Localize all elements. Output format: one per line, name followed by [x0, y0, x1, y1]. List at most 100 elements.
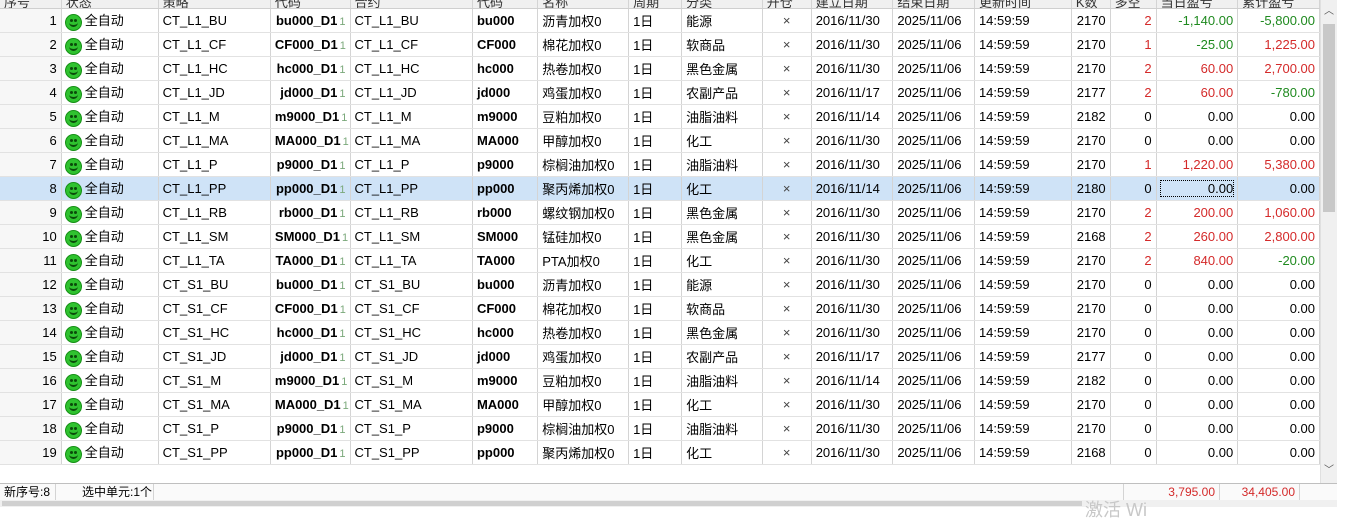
table-row[interactable]: 2 全自动 CT_L1_CF CF000_D1 1 CT_L1_CF CF000 棉花加权0 1… [0, 32, 1320, 57]
category-cell[interactable]: 黑色金属 [681, 200, 763, 225]
category-cell[interactable]: 化工 [681, 440, 763, 465]
start-date-cell[interactable]: 2016/11/30 [811, 248, 894, 273]
daily-pnl-cell[interactable]: 0.00 [1156, 104, 1239, 129]
column-header[interactable]: 代码 [270, 0, 351, 9]
code-cell[interactable]: SM000_D1 1 [270, 224, 351, 249]
category-cell[interactable]: 软商品 [681, 296, 763, 321]
code-cell[interactable]: pp000_D1 1 [270, 440, 351, 465]
code-cell[interactable]: p9000_D1 1 [270, 416, 351, 441]
update-time-cell[interactable]: 14:59:59 [974, 296, 1072, 321]
direction-cell[interactable]: 2 [1110, 80, 1157, 105]
start-date-cell[interactable]: 2016/11/30 [811, 320, 894, 345]
name-cell[interactable]: 聚丙烯加权0 [537, 176, 630, 201]
contract-cell[interactable]: CT_L1_CF [350, 32, 473, 57]
total-pnl-cell[interactable]: 0.00 [1237, 416, 1320, 441]
total-pnl-cell[interactable]: 5,380.00 [1237, 152, 1320, 177]
end-date-cell[interactable]: 2025/11/06 [892, 8, 975, 33]
start-date-cell[interactable]: 2016/11/30 [811, 272, 894, 297]
instrument-cell[interactable]: hc000 [472, 320, 539, 345]
end-date-cell[interactable]: 2025/11/06 [892, 176, 975, 201]
end-date-cell[interactable]: 2025/11/06 [892, 368, 975, 393]
row-number[interactable]: 17 [0, 392, 62, 417]
daily-pnl-cell[interactable]: -25.00 [1156, 32, 1239, 57]
contract-cell[interactable]: CT_L1_RB [350, 200, 473, 225]
open-cell[interactable]: × [762, 392, 812, 417]
end-date-cell[interactable]: 2025/11/06 [892, 248, 975, 273]
open-cell[interactable]: × [762, 80, 812, 105]
daily-pnl-cell[interactable]: 0.00 [1156, 128, 1239, 153]
category-cell[interactable]: 黑色金属 [681, 320, 763, 345]
daily-pnl-cell[interactable]: 840.00 [1156, 248, 1239, 273]
code-cell[interactable]: hc000_D1 1 [270, 56, 351, 81]
period-cell[interactable]: 1日 [628, 128, 683, 153]
start-date-cell[interactable]: 2016/11/17 [811, 80, 894, 105]
open-cell[interactable]: × [762, 296, 812, 321]
contract-cell[interactable]: CT_L1_PP [350, 176, 473, 201]
kcount-cell[interactable]: 2170 [1071, 200, 1111, 225]
update-time-cell[interactable]: 14:59:59 [974, 392, 1072, 417]
start-date-cell[interactable]: 2016/11/30 [811, 224, 894, 249]
direction-cell[interactable]: 2 [1110, 56, 1157, 81]
kcount-cell[interactable]: 2170 [1071, 248, 1111, 273]
row-number[interactable]: 5 [0, 104, 62, 129]
end-date-cell[interactable]: 2025/11/06 [892, 416, 975, 441]
instrument-cell[interactable]: SM000 [472, 224, 539, 249]
table-row[interactable]: 16 全自动 CT_S1_M m9000_D1 1 CT_S1_M m9000 豆粕加权0 1日… [0, 368, 1320, 393]
update-time-cell[interactable]: 14:59:59 [974, 248, 1072, 273]
period-cell[interactable]: 1日 [628, 56, 683, 81]
strategy-cell[interactable]: CT_S1_BU [158, 272, 271, 297]
instrument-cell[interactable]: CF000 [472, 32, 539, 57]
category-cell[interactable]: 软商品 [681, 32, 763, 57]
contract-cell[interactable]: CT_S1_JD [350, 344, 473, 369]
open-cell[interactable]: × [762, 416, 812, 441]
row-number[interactable]: 10 [0, 224, 62, 249]
row-number[interactable]: 8 [0, 176, 62, 201]
open-cell[interactable]: × [762, 320, 812, 345]
total-pnl-cell[interactable]: 1,060.00 [1237, 200, 1320, 225]
total-pnl-cell[interactable]: 0.00 [1237, 176, 1320, 201]
hscroll-thumb[interactable] [2, 501, 1082, 506]
code-cell[interactable]: MA000_D1 1 [270, 128, 351, 153]
strategy-cell[interactable]: CT_S1_CF [158, 296, 271, 321]
name-cell[interactable]: 热卷加权0 [537, 320, 630, 345]
kcount-cell[interactable]: 2182 [1071, 368, 1111, 393]
period-cell[interactable]: 1日 [628, 200, 683, 225]
name-cell[interactable]: 棉花加权0 [537, 32, 630, 57]
strategy-cell[interactable]: CT_S1_P [158, 416, 271, 441]
direction-cell[interactable]: 2 [1110, 248, 1157, 273]
status-cell[interactable]: 全自动 [61, 368, 159, 393]
code-cell[interactable]: m9000_D1 1 [270, 104, 351, 129]
name-cell[interactable]: 聚丙烯加权0 [537, 440, 630, 465]
code-cell[interactable]: CF000_D1 1 [270, 296, 351, 321]
status-cell[interactable]: 全自动 [61, 392, 159, 417]
contract-cell[interactable]: CT_S1_PP [350, 440, 473, 465]
update-time-cell[interactable]: 14:59:59 [974, 200, 1072, 225]
end-date-cell[interactable]: 2025/11/06 [892, 152, 975, 177]
instrument-cell[interactable]: bu000 [472, 8, 539, 33]
category-cell[interactable]: 油脂油料 [681, 152, 763, 177]
column-header[interactable]: 多空 [1110, 0, 1157, 9]
category-cell[interactable]: 油脂油料 [681, 104, 763, 129]
name-cell[interactable]: 豆粕加权0 [537, 104, 630, 129]
table-row[interactable]: 7 全自动 CT_L1_P p9000_D1 1 CT_L1_P p9000 棕榈油加权0 1日… [0, 152, 1320, 177]
status-cell[interactable]: 全自动 [61, 80, 159, 105]
daily-pnl-cell[interactable]: 0.00 [1156, 392, 1239, 417]
period-cell[interactable]: 1日 [628, 320, 683, 345]
open-cell[interactable]: × [762, 224, 812, 249]
start-date-cell[interactable]: 2016/11/30 [811, 296, 894, 321]
direction-cell[interactable]: 2 [1110, 224, 1157, 249]
end-date-cell[interactable]: 2025/11/06 [892, 80, 975, 105]
period-cell[interactable]: 1日 [628, 176, 683, 201]
daily-pnl-cell[interactable]: 0.00 [1156, 296, 1239, 321]
status-cell[interactable]: 全自动 [61, 224, 159, 249]
direction-cell[interactable]: 2 [1110, 8, 1157, 33]
start-date-cell[interactable]: 2016/11/17 [811, 344, 894, 369]
daily-pnl-cell[interactable]: 0.00 [1156, 176, 1239, 201]
strategy-cell[interactable]: CT_L1_CF [158, 32, 271, 57]
direction-cell[interactable]: 0 [1110, 368, 1157, 393]
strategy-cell[interactable]: CT_S1_HC [158, 320, 271, 345]
category-cell[interactable]: 农副产品 [681, 344, 763, 369]
total-pnl-cell[interactable]: 0.00 [1237, 368, 1320, 393]
name-cell[interactable]: 豆粕加权0 [537, 368, 630, 393]
instrument-cell[interactable]: pp000 [472, 440, 539, 465]
